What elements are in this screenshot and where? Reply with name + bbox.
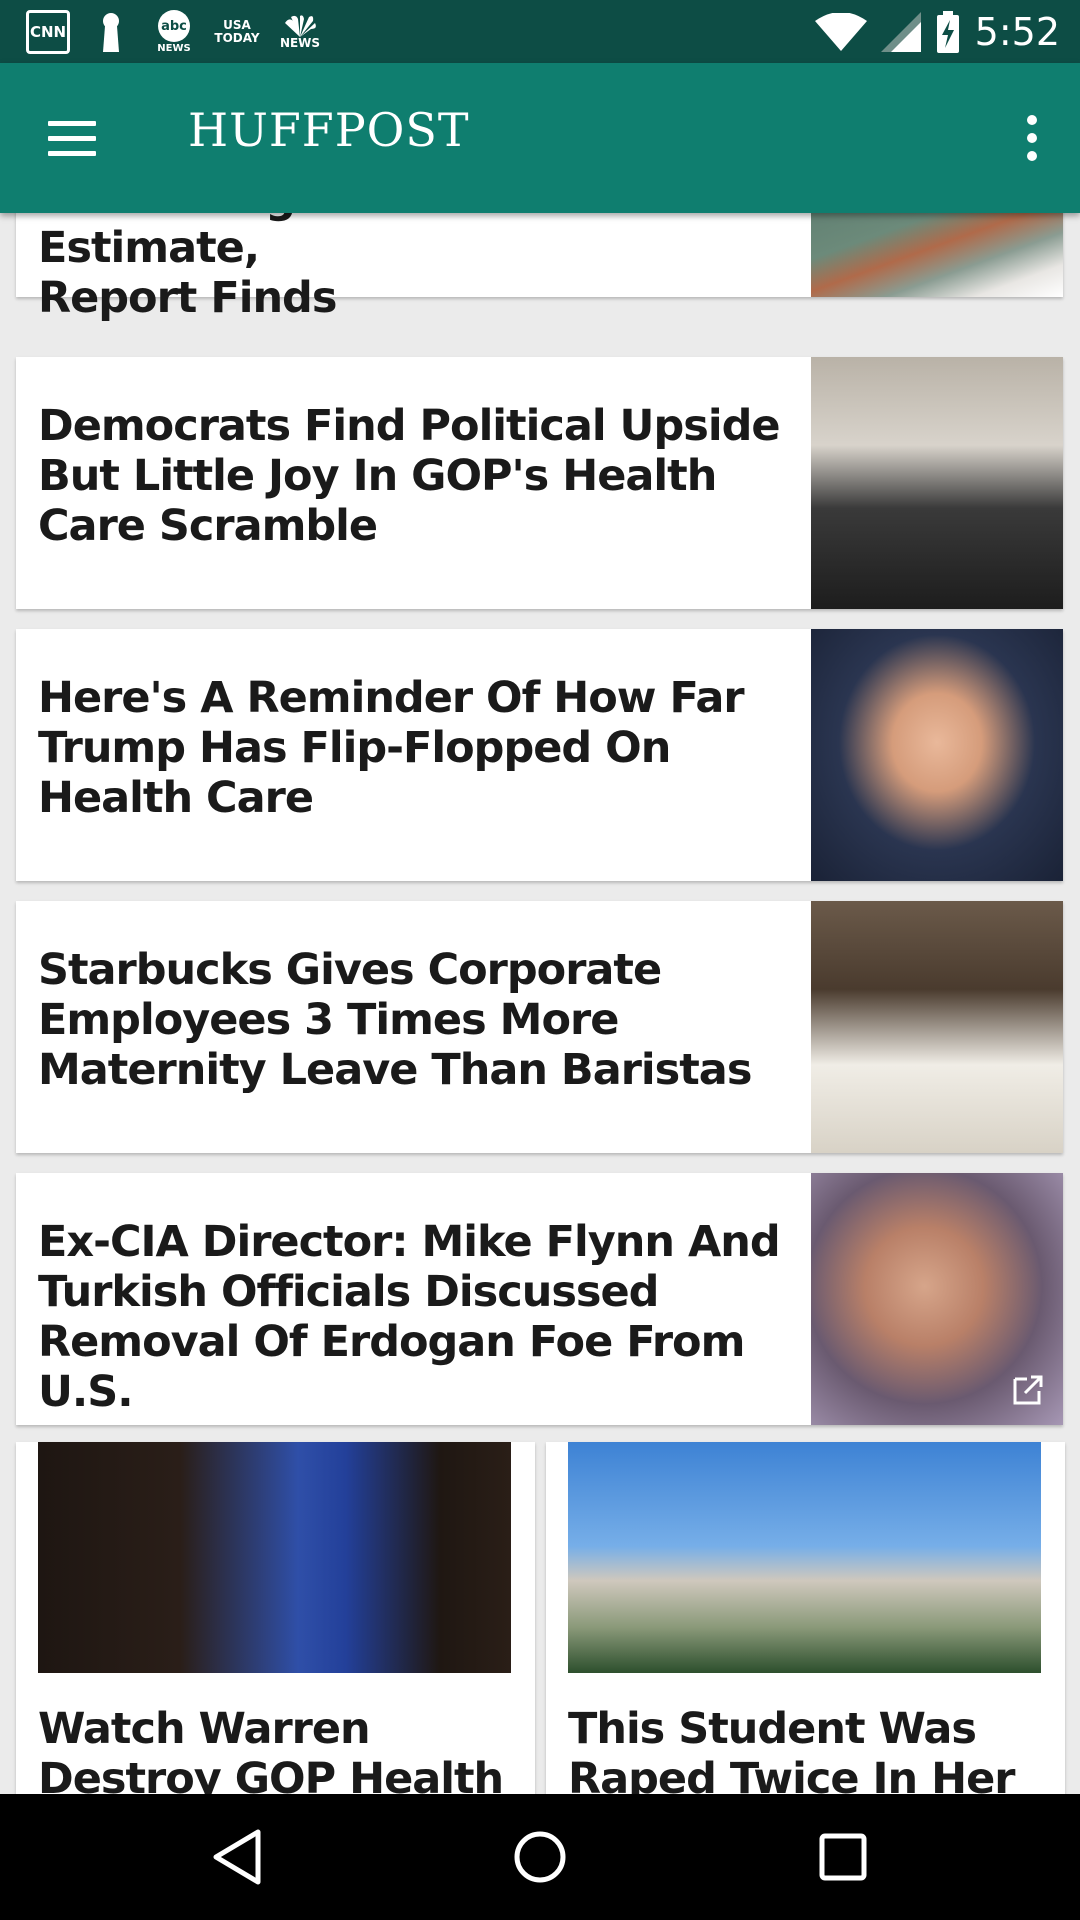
more-options-button[interactable] <box>1012 107 1052 169</box>
article-image <box>568 1442 1041 1673</box>
article-image <box>38 1442 511 1673</box>
hamburger-icon <box>48 120 96 126</box>
article-card-half[interactable]: Watch Warren Destroy GOP Health Care Bil… <box>16 1442 535 1794</box>
keyhole-icon <box>96 10 126 54</box>
news-feed[interactable]: Times Larger Than Initial Estimate, Repo… <box>0 213 1080 1794</box>
abc-news-icon: abc NEWS <box>154 10 194 54</box>
article-thumbnail <box>811 901 1063 1153</box>
article-card[interactable]: Democrats Find Political Upside But Litt… <box>16 357 1063 609</box>
app-bar: HUFFPOST <box>0 63 1080 213</box>
cell-signal-icon <box>880 11 921 52</box>
article-thumbnail <box>811 1173 1063 1425</box>
recents-button[interactable] <box>808 1822 878 1892</box>
article-headline: Starbucks Gives Corporate Employees 3 Ti… <box>38 945 752 1095</box>
usa-today-icon: USA TODAY <box>214 18 260 45</box>
more-vert-icon <box>1027 115 1037 125</box>
clock: 5:52 <box>974 9 1060 54</box>
article-thumbnail <box>811 213 1063 297</box>
status-right: 5:52 <box>814 0 1060 63</box>
system-nav-bar <box>0 1794 1080 1920</box>
wifi-icon <box>814 12 867 51</box>
article-headline: Ex-CIA Director: Mike Flynn And Turkish … <box>38 1217 781 1417</box>
cnn-icon: CNN <box>26 10 70 54</box>
article-headline: Here's A Reminder Of How Far Trump Has F… <box>38 673 745 823</box>
battery-charging-icon <box>936 10 959 53</box>
back-button[interactable] <box>202 1822 272 1892</box>
article-card[interactable]: Here's A Reminder Of How Far Trump Has F… <box>16 629 1063 881</box>
article-thumbnail <box>811 629 1063 881</box>
article-headline: Times Larger Than Initial Estimate, Repo… <box>38 213 621 323</box>
article-card[interactable]: Times Larger Than Initial Estimate, Repo… <box>16 213 1063 323</box>
open-external-icon[interactable] <box>1011 1373 1045 1407</box>
status-bar: CNN abc NEWS USA TODAY NEWS 5:52 <box>0 0 1080 63</box>
article-card[interactable]: Starbucks Gives Corporate Employees 3 Ti… <box>16 901 1063 1153</box>
article-headline: Watch Warren Destroy GOP Health Care Bil… <box>38 1704 504 1794</box>
menu-button[interactable] <box>36 107 108 169</box>
article-card-half[interactable]: This Student Was Raped Twice In Her <box>546 1442 1065 1794</box>
article-headline: This Student Was Raped Twice In Her <box>568 1704 1015 1794</box>
article-card[interactable]: Ex-CIA Director: Mike Flynn And Turkish … <box>16 1173 1063 1425</box>
home-button[interactable] <box>505 1822 575 1892</box>
article-thumbnail <box>811 357 1063 609</box>
app-logo: HUFFPOST <box>188 103 470 157</box>
nbc-news-icon: NEWS <box>278 10 322 54</box>
article-headline: Democrats Find Political Upside But Litt… <box>38 401 781 551</box>
